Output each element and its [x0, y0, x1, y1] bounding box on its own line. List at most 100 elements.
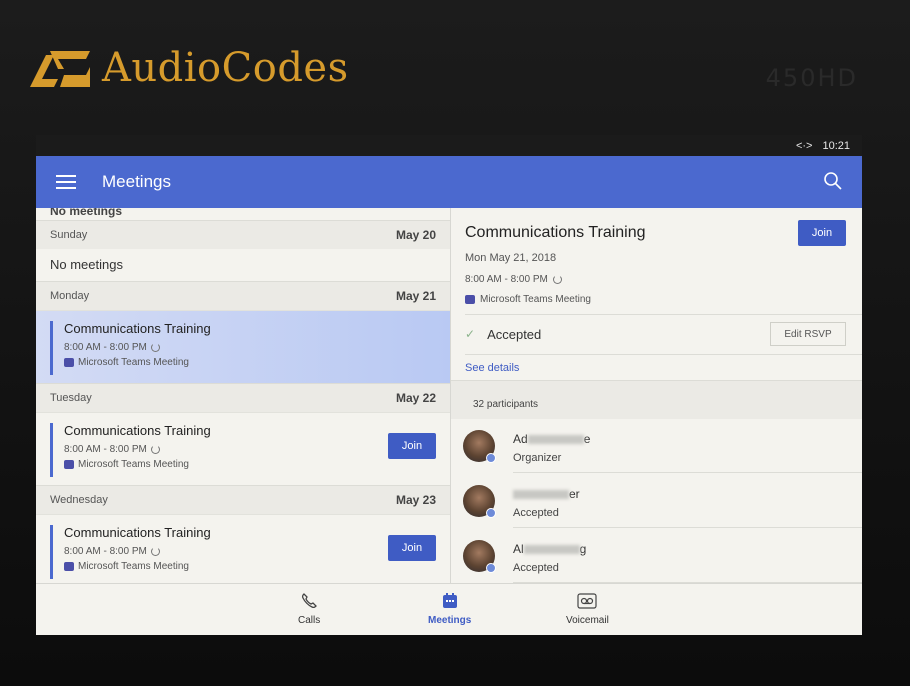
- meeting-item[interactable]: Communications Training 8:00 AM - 8:00 P…: [36, 514, 450, 584]
- see-details-link[interactable]: See details: [465, 362, 519, 374]
- meeting-time: 8:00 AM - 8:00 PM: [64, 546, 147, 557]
- participant-role: Organizer: [513, 452, 562, 464]
- recurring-icon: [150, 343, 160, 352]
- page-title: Meetings: [102, 172, 171, 191]
- participant-item[interactable]: er Accepted: [463, 473, 862, 528]
- meeting-type: Microsoft Teams Meeting: [78, 459, 189, 470]
- nav-meetings[interactable]: Meetings: [428, 592, 471, 626]
- meeting-type-row: Microsoft Teams Meeting: [64, 357, 450, 368]
- meeting-details: Communications Training Join Mon May 21,…: [451, 208, 862, 584]
- no-meetings-text: No meetings: [50, 257, 123, 272]
- participant-item[interactable]: Ad e Organizer: [463, 418, 862, 473]
- day-date: May 20: [395, 228, 436, 242]
- presence-icon: [486, 508, 496, 518]
- status-bar: <·> 10:21: [36, 135, 862, 156]
- participant-name: Al g: [513, 542, 586, 556]
- meeting-accent-bar: [50, 525, 53, 579]
- participant-name: Ad e: [513, 432, 590, 446]
- details-date: Mon May 21, 2018: [465, 252, 557, 264]
- meeting-time: 8:00 AM - 8:00 PM: [64, 342, 147, 353]
- teams-icon: [64, 562, 74, 571]
- participant-item[interactable]: Al g Accepted: [463, 528, 862, 583]
- recurring-icon: [552, 275, 562, 284]
- meeting-title: Communications Training: [64, 321, 211, 336]
- check-icon: ✓: [465, 327, 476, 341]
- divider: [465, 354, 862, 355]
- join-button[interactable]: Join: [388, 535, 436, 561]
- avatar: [463, 540, 496, 573]
- presence-icon: [486, 563, 496, 573]
- meeting-type: Microsoft Teams Meeting: [78, 357, 189, 368]
- participant-name-end: g: [579, 542, 587, 556]
- status-time: 10:21: [822, 139, 850, 152]
- redacted-name: [523, 545, 580, 555]
- meeting-type-row: Microsoft Teams Meeting: [64, 459, 450, 470]
- participant-name-end: er: [569, 487, 580, 501]
- day-label: Wednesday: [50, 494, 108, 506]
- phone-screen: <·> 10:21 Meetings No meetings Sunday Ma…: [36, 135, 862, 635]
- participant-list[interactable]: Ad e Organizer er Accepted Al g Accepted: [451, 418, 862, 583]
- nav-voicemail[interactable]: Voicemail: [566, 592, 609, 626]
- connection-icon: <·>: [795, 139, 813, 152]
- meeting-type-row: Microsoft Teams Meeting: [64, 561, 450, 572]
- meeting-item-selected[interactable]: Communications Training 8:00 AM - 8:00 P…: [36, 310, 450, 383]
- day-header-tuesday: Tuesday May 22: [36, 383, 450, 412]
- day-label: Tuesday: [50, 392, 92, 404]
- audiocodes-logo-icon: [30, 51, 90, 87]
- edit-rsvp-button[interactable]: Edit RSVP: [770, 322, 846, 346]
- meeting-time-row: 8:00 AM - 8:00 PM: [64, 342, 450, 353]
- participant-role: Accepted: [513, 562, 559, 574]
- redacted-name: [527, 435, 584, 445]
- participant-role: Accepted: [513, 507, 559, 519]
- avatar: [463, 430, 496, 463]
- calendar-icon: [442, 593, 457, 608]
- meeting-type: Microsoft Teams Meeting: [78, 561, 189, 572]
- hamburger-menu-icon[interactable]: [56, 171, 76, 193]
- search-icon[interactable]: [822, 170, 844, 192]
- meeting-accent-bar: [50, 321, 53, 375]
- day-header-sunday: Sunday May 20: [36, 220, 450, 249]
- avatar: [463, 485, 496, 518]
- voicemail-icon: [577, 593, 598, 609]
- day-label: Sunday: [50, 229, 88, 241]
- recurring-icon: [150, 445, 160, 454]
- phone-device: AudioCodes 450HD <·> 10:21 Meetings No m…: [0, 0, 910, 686]
- recurring-icon: [150, 547, 160, 556]
- bottom-nav: Calls Meetings Voicemail: [36, 583, 862, 635]
- participant-name-start: Al: [513, 542, 524, 556]
- teams-icon: [465, 295, 475, 304]
- details-time: 8:00 AM - 8:00 PM: [465, 274, 548, 285]
- redacted-name: [513, 490, 569, 500]
- day-label: Monday: [50, 290, 90, 302]
- presence-icon: [486, 453, 496, 463]
- meeting-item[interactable]: Communications Training 8:00 AM - 8:00 P…: [36, 412, 450, 485]
- nav-calls[interactable]: Calls: [298, 592, 320, 626]
- teams-icon: [64, 358, 74, 367]
- join-button[interactable]: Join: [388, 433, 436, 459]
- participants-count: 32 participants: [473, 399, 539, 410]
- day-date: May 22: [395, 391, 436, 405]
- details-type-row: Microsoft Teams Meeting: [465, 294, 591, 305]
- participants-header: 32 participants: [451, 380, 862, 419]
- divider: [465, 314, 862, 315]
- brand-name: AudioCodes: [102, 45, 349, 91]
- rsvp-row: ✓ Accepted Edit RSVP: [465, 318, 846, 350]
- agenda-list[interactable]: No meetings Sunday May 20 No meetings Mo…: [36, 208, 451, 584]
- participant-name-start: Ad: [513, 432, 528, 446]
- meeting-accent-bar: [50, 423, 53, 477]
- details-join-button[interactable]: Join: [798, 220, 846, 246]
- participant-name: er: [513, 487, 580, 501]
- agenda-cutoff-text: No meetings: [50, 208, 123, 218]
- participant-name-end: e: [583, 432, 591, 446]
- nav-calls-label: Calls: [298, 615, 321, 626]
- day-date: May 21: [395, 289, 436, 303]
- main-content: No meetings Sunday May 20 No meetings Mo…: [36, 208, 862, 584]
- app-bar: Meetings: [36, 156, 862, 208]
- nav-voicemail-label: Voicemail: [566, 615, 609, 626]
- teams-icon: [64, 460, 74, 469]
- day-date: May 23: [395, 493, 436, 507]
- details-time-row: 8:00 AM - 8:00 PM: [465, 274, 562, 285]
- nav-meetings-label: Meetings: [428, 615, 472, 626]
- meeting-time: 8:00 AM - 8:00 PM: [64, 444, 147, 455]
- details-title: Communications Training: [465, 224, 646, 241]
